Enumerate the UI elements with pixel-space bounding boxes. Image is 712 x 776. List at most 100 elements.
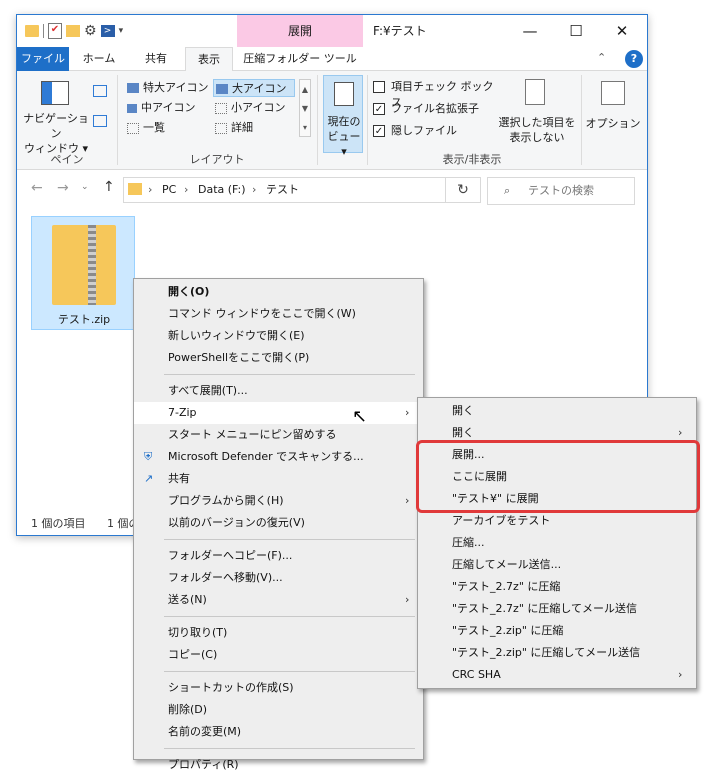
properties-icon[interactable]: ✔	[48, 23, 62, 39]
context-menu-item[interactable]: ↗ 共有	[134, 468, 423, 490]
grid-icon	[215, 102, 227, 114]
gear-icon[interactable]: ⚙	[84, 23, 97, 39]
breadcrumb-drive[interactable]: Data (F:)	[198, 178, 246, 202]
refresh-icon[interactable]: ↻	[445, 177, 481, 203]
context-menu-item-label: すべて展開(T)...	[168, 384, 248, 397]
breadcrumb-chevron-icon[interactable]: ›	[252, 178, 256, 202]
separator	[43, 24, 44, 38]
tab-file[interactable]: ファイル	[17, 47, 69, 71]
context-menu-item[interactable]: 切り取り(T)	[134, 622, 423, 644]
new-folder-icon[interactable]	[66, 25, 80, 37]
context-menu-item-label: コマンド ウィンドウをここで開く(W)	[168, 307, 356, 320]
context-menu-item[interactable]: 7-Zip ›	[134, 402, 423, 424]
search-input[interactable]: ⌕ テストの検索	[487, 177, 635, 205]
zip-menu-item[interactable]: 圧縮...	[418, 532, 696, 554]
checkbox-unchecked[interactable]	[373, 81, 385, 93]
breadcrumb-chevron-icon[interactable]: ›	[184, 178, 188, 202]
layout-list[interactable]: 一覧	[127, 119, 213, 137]
context-menu-item[interactable]: プロパティ(R)	[134, 754, 423, 776]
customize-dropdown-icon[interactable]: ▾	[119, 26, 124, 36]
tab-compressed-folder-tools[interactable]: 圧縮フォルダー ツール	[239, 47, 361, 71]
back-arrow-icon[interactable]: ←	[31, 180, 43, 196]
submenu-arrow-icon: ›	[678, 668, 683, 681]
highlight-box	[416, 440, 700, 513]
layout-medium-icons[interactable]: 中アイコン	[127, 99, 213, 117]
context-menu-item[interactable]: すべて展開(T)...	[134, 380, 423, 402]
zip-menu-item[interactable]: "テスト_2.7z" に圧縮	[418, 576, 696, 598]
context-menu-item-label: 切り取り(T)	[168, 626, 228, 639]
context-menu-item[interactable]: フォルダーへコピー(F)...	[134, 545, 423, 567]
forward-arrow-icon[interactable]: →	[57, 180, 69, 196]
context-menu-item-label: 削除(D)	[168, 703, 208, 716]
zip-menu-item[interactable]: 圧縮してメール送信...	[418, 554, 696, 576]
context-menu-item[interactable]: 新しいウィンドウで開く(E)	[134, 325, 423, 347]
window-title: F:¥テスト	[373, 24, 427, 38]
context-menu-item[interactable]: 開く(O)	[134, 281, 423, 303]
collapse-ribbon-icon[interactable]: ⌃	[597, 51, 606, 64]
zip-menu-item[interactable]: CRC SHA ›	[418, 664, 696, 686]
context-menu-item[interactable]: スタート メニューにピン留めする	[134, 424, 423, 446]
context-menu-item[interactable]: プログラムから開く(H) ›	[134, 490, 423, 512]
context-menu-item[interactable]: 以前のバージョンの復元(V)	[134, 512, 423, 534]
navigation-pane-icon[interactable]	[41, 81, 69, 105]
context-menu-item[interactable]: 削除(D)	[134, 699, 423, 721]
address-bar[interactable]: › PC › Data (F:) › テスト ⌄	[123, 177, 481, 203]
context-menu-item-label: ショートカットの作成(S)	[168, 681, 294, 694]
breadcrumb-folder[interactable]: テスト	[266, 178, 299, 202]
context-menu-item[interactable]: 名前の変更(M)	[134, 721, 423, 743]
checkbox-checked[interactable]: ✓	[373, 125, 385, 137]
maximize-button[interactable]: ☐	[553, 15, 599, 47]
item-checkboxes-toggle[interactable]: 項目チェック ボックス	[373, 79, 503, 109]
layout-item-label: 中アイコン	[141, 101, 196, 114]
breadcrumb-pc[interactable]: PC	[162, 178, 176, 202]
zip-menu-item[interactable]: 開く	[418, 400, 696, 422]
search-placeholder: テストの検索	[528, 184, 594, 197]
context-menu-item[interactable]: コピー(C)	[134, 644, 423, 666]
options-button[interactable]: オプション	[585, 77, 641, 153]
help-icon[interactable]: ?	[625, 50, 643, 68]
layout-extra-large-icons[interactable]: 特大アイコン	[127, 79, 213, 97]
zip-menu-item[interactable]: "テスト_2.zip" に圧縮してメール送信	[418, 642, 696, 664]
breadcrumb-chevron-icon[interactable]: ›	[148, 178, 152, 202]
hide-selected-label: 選択した項目を	[498, 116, 576, 129]
up-arrow-icon[interactable]: ↑	[103, 179, 115, 195]
tab-home[interactable]: ホーム	[71, 47, 127, 71]
file-extensions-toggle[interactable]: ✓ ファイル名拡張子	[373, 101, 503, 119]
context-menu-item-label: Microsoft Defender でスキャンする...	[168, 450, 364, 463]
context-menu-item[interactable]: PowerShellをここで開く(P)	[134, 347, 423, 369]
quick-access-toolbar: ✔ ⚙ > ▾	[25, 21, 123, 41]
current-view-button[interactable]: 現在の ビュー ▾	[323, 75, 363, 158]
navigation-pane-button[interactable]: ナビゲーション ウィンドウ ▾	[23, 111, 89, 156]
context-menu-item[interactable]: コマンド ウィンドウをここで開く(W)	[134, 303, 423, 325]
layout-large-icons[interactable]: 大アイコン	[213, 79, 295, 97]
hidden-items-toggle[interactable]: ✓ 隠しファイル	[373, 123, 503, 141]
menu-separator	[164, 374, 415, 375]
context-menu-item[interactable]: ⛨ Microsoft Defender でスキャンする...	[134, 446, 423, 468]
zip-menu-item[interactable]: "テスト_2.zip" に圧縮	[418, 620, 696, 642]
details-pane-icon[interactable]	[93, 115, 107, 127]
context-menu-item[interactable]: フォルダーへ移動(V)...	[134, 567, 423, 589]
close-button[interactable]: ✕	[599, 15, 645, 47]
powershell-icon[interactable]: >	[100, 25, 115, 37]
zip-menu-item[interactable]: アーカイブをテスト	[418, 510, 696, 532]
layout-small-icons[interactable]: 小アイコン	[213, 99, 295, 117]
recent-locations-icon[interactable]: ⌄	[81, 182, 89, 192]
zip-menu-item-label: "テスト_2.7z" に圧縮してメール送信	[452, 602, 638, 615]
search-icon: ⌕	[504, 184, 511, 197]
context-menu-item[interactable]: 送る(N) ›	[134, 589, 423, 611]
tab-view[interactable]: 表示	[185, 47, 233, 71]
tab-share[interactable]: 共有	[129, 47, 183, 71]
layout-scroll[interactable]: ▲ ▼ ▾	[299, 79, 311, 137]
minimize-button[interactable]: —	[507, 15, 553, 47]
checkbox-checked[interactable]: ✓	[373, 103, 385, 115]
group-separator	[317, 75, 318, 165]
context-menu-item-label: コピー(C)	[168, 648, 218, 661]
options-icon	[601, 81, 625, 105]
checkbox-label: ファイル名拡張子	[391, 102, 479, 115]
zip-menu-item[interactable]: "テスト_2.7z" に圧縮してメール送信	[418, 598, 696, 620]
file-item[interactable]: テスト.zip	[31, 216, 135, 330]
context-menu-item[interactable]: ショートカットの作成(S)	[134, 677, 423, 699]
hide-selected-items-button[interactable]: 選択した項目を 表示しない	[493, 77, 581, 153]
layout-details[interactable]: 詳細	[213, 119, 295, 137]
preview-pane-icon[interactable]	[93, 85, 107, 97]
